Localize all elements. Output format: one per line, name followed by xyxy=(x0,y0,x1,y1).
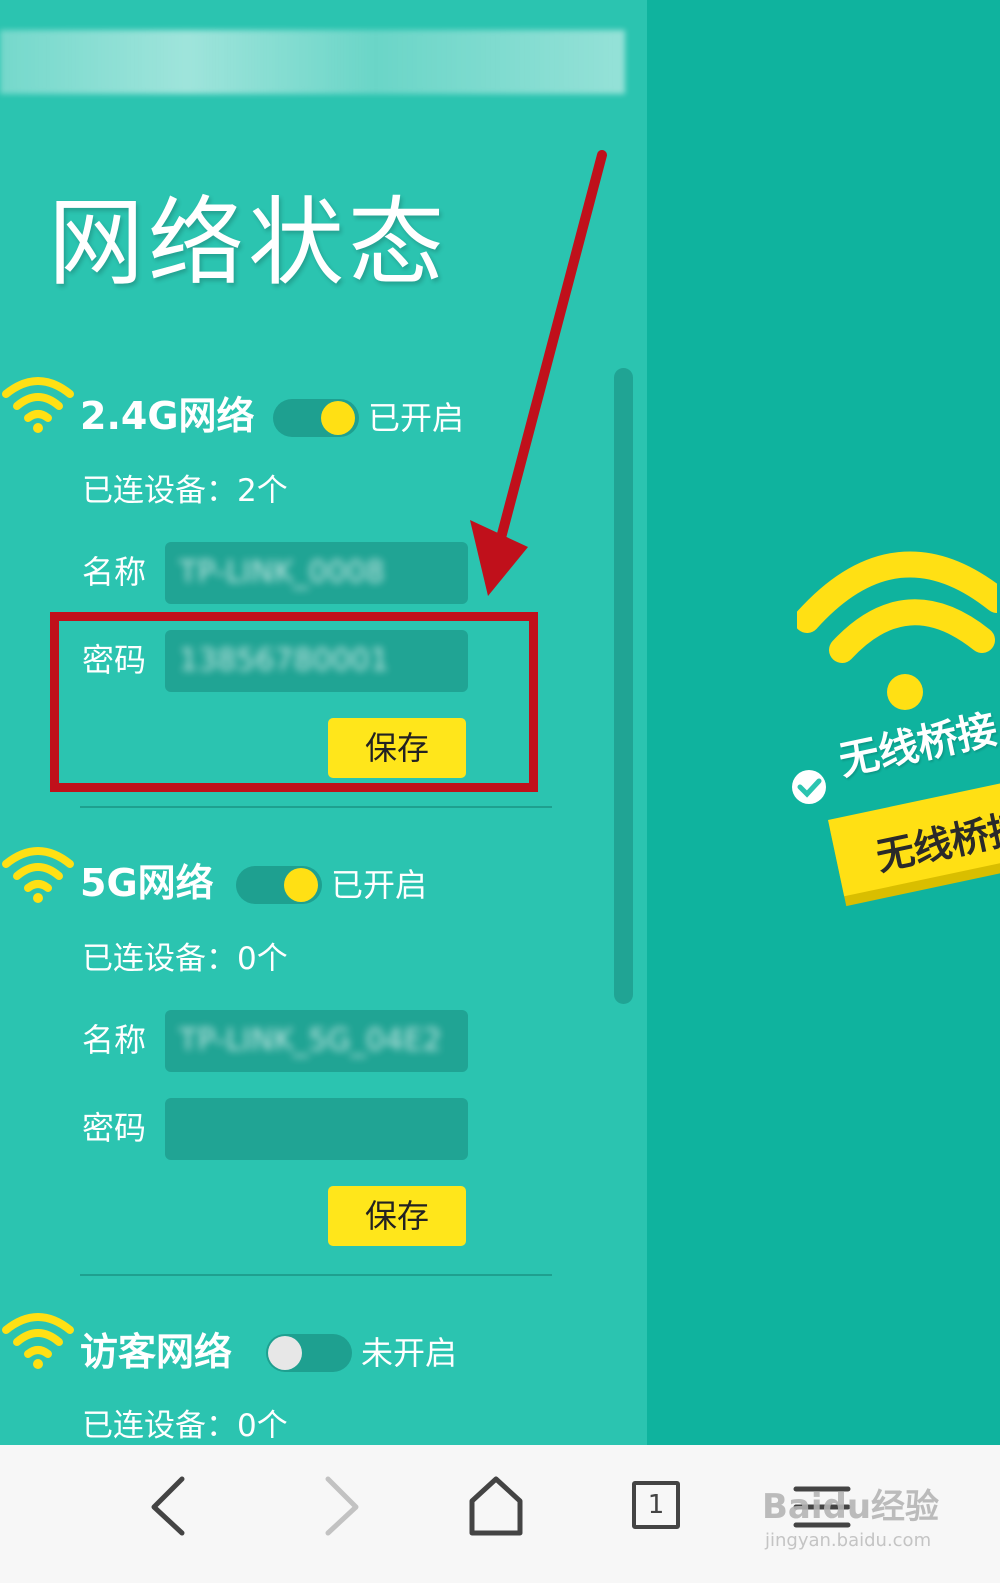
toggle-status-2g: 已开启 xyxy=(368,399,465,437)
connected-devices-2g: 已连设备：2个 xyxy=(82,473,288,509)
ssid-input-5g[interactable]: TP-LINK_5G_04E2 xyxy=(165,1010,468,1072)
wifi-icon xyxy=(2,847,74,903)
network-title-2g: 2.4G网络 xyxy=(80,394,255,438)
ssid-value-2g: TP-LINK_0008 xyxy=(179,555,385,590)
network-title-guest: 访客网络 xyxy=(80,1330,233,1374)
wifi-icon xyxy=(2,377,74,433)
toggle-status-guest: 未开启 xyxy=(361,1334,458,1372)
check-icon xyxy=(792,770,826,804)
back-icon[interactable] xyxy=(132,1465,212,1545)
network-title-5g: 5G网络 xyxy=(80,861,214,905)
connected-devices-5g: 已连设备：0个 xyxy=(82,941,288,977)
blurred-header xyxy=(0,30,625,94)
toggle-guest[interactable] xyxy=(266,1334,352,1372)
scrollbar[interactable] xyxy=(614,368,633,1004)
name-label-5g: 名称 xyxy=(82,1021,147,1059)
password-input-5g[interactable] xyxy=(165,1098,468,1160)
tabs-button[interactable]: 1 xyxy=(632,1481,680,1529)
connected-devices-guest: 已连设备：0个 xyxy=(82,1408,288,1444)
toggle-5g[interactable] xyxy=(236,866,322,904)
save-button-5g[interactable]: 保存 xyxy=(328,1186,466,1246)
wifi-icon xyxy=(797,551,997,710)
tab-count: 1 xyxy=(647,1490,665,1520)
watermark: Baidu经验 xyxy=(762,1487,940,1527)
highlight-box xyxy=(50,612,538,792)
page-title: 网络状态 xyxy=(48,187,448,299)
ssid-input-2g[interactable]: TP-LINK_0008 xyxy=(165,542,468,604)
divider xyxy=(80,1274,552,1276)
toggle-knob xyxy=(268,1336,302,1370)
watermark-url: jingyan.baidu.com xyxy=(765,1530,932,1551)
ssid-value-5g: TP-LINK_5G_04E2 xyxy=(179,1023,442,1058)
home-icon[interactable] xyxy=(456,1465,536,1545)
password-label-5g: 密码 xyxy=(82,1109,147,1147)
wifi-icon xyxy=(2,1313,74,1369)
toggle-knob xyxy=(284,868,318,902)
name-label-2g: 名称 xyxy=(82,553,147,591)
divider xyxy=(80,806,552,808)
toggle-knob xyxy=(321,401,355,435)
toggle-status-5g: 已开启 xyxy=(331,866,428,904)
toggle-2g[interactable] xyxy=(273,399,359,437)
forward-icon[interactable] xyxy=(300,1465,380,1545)
